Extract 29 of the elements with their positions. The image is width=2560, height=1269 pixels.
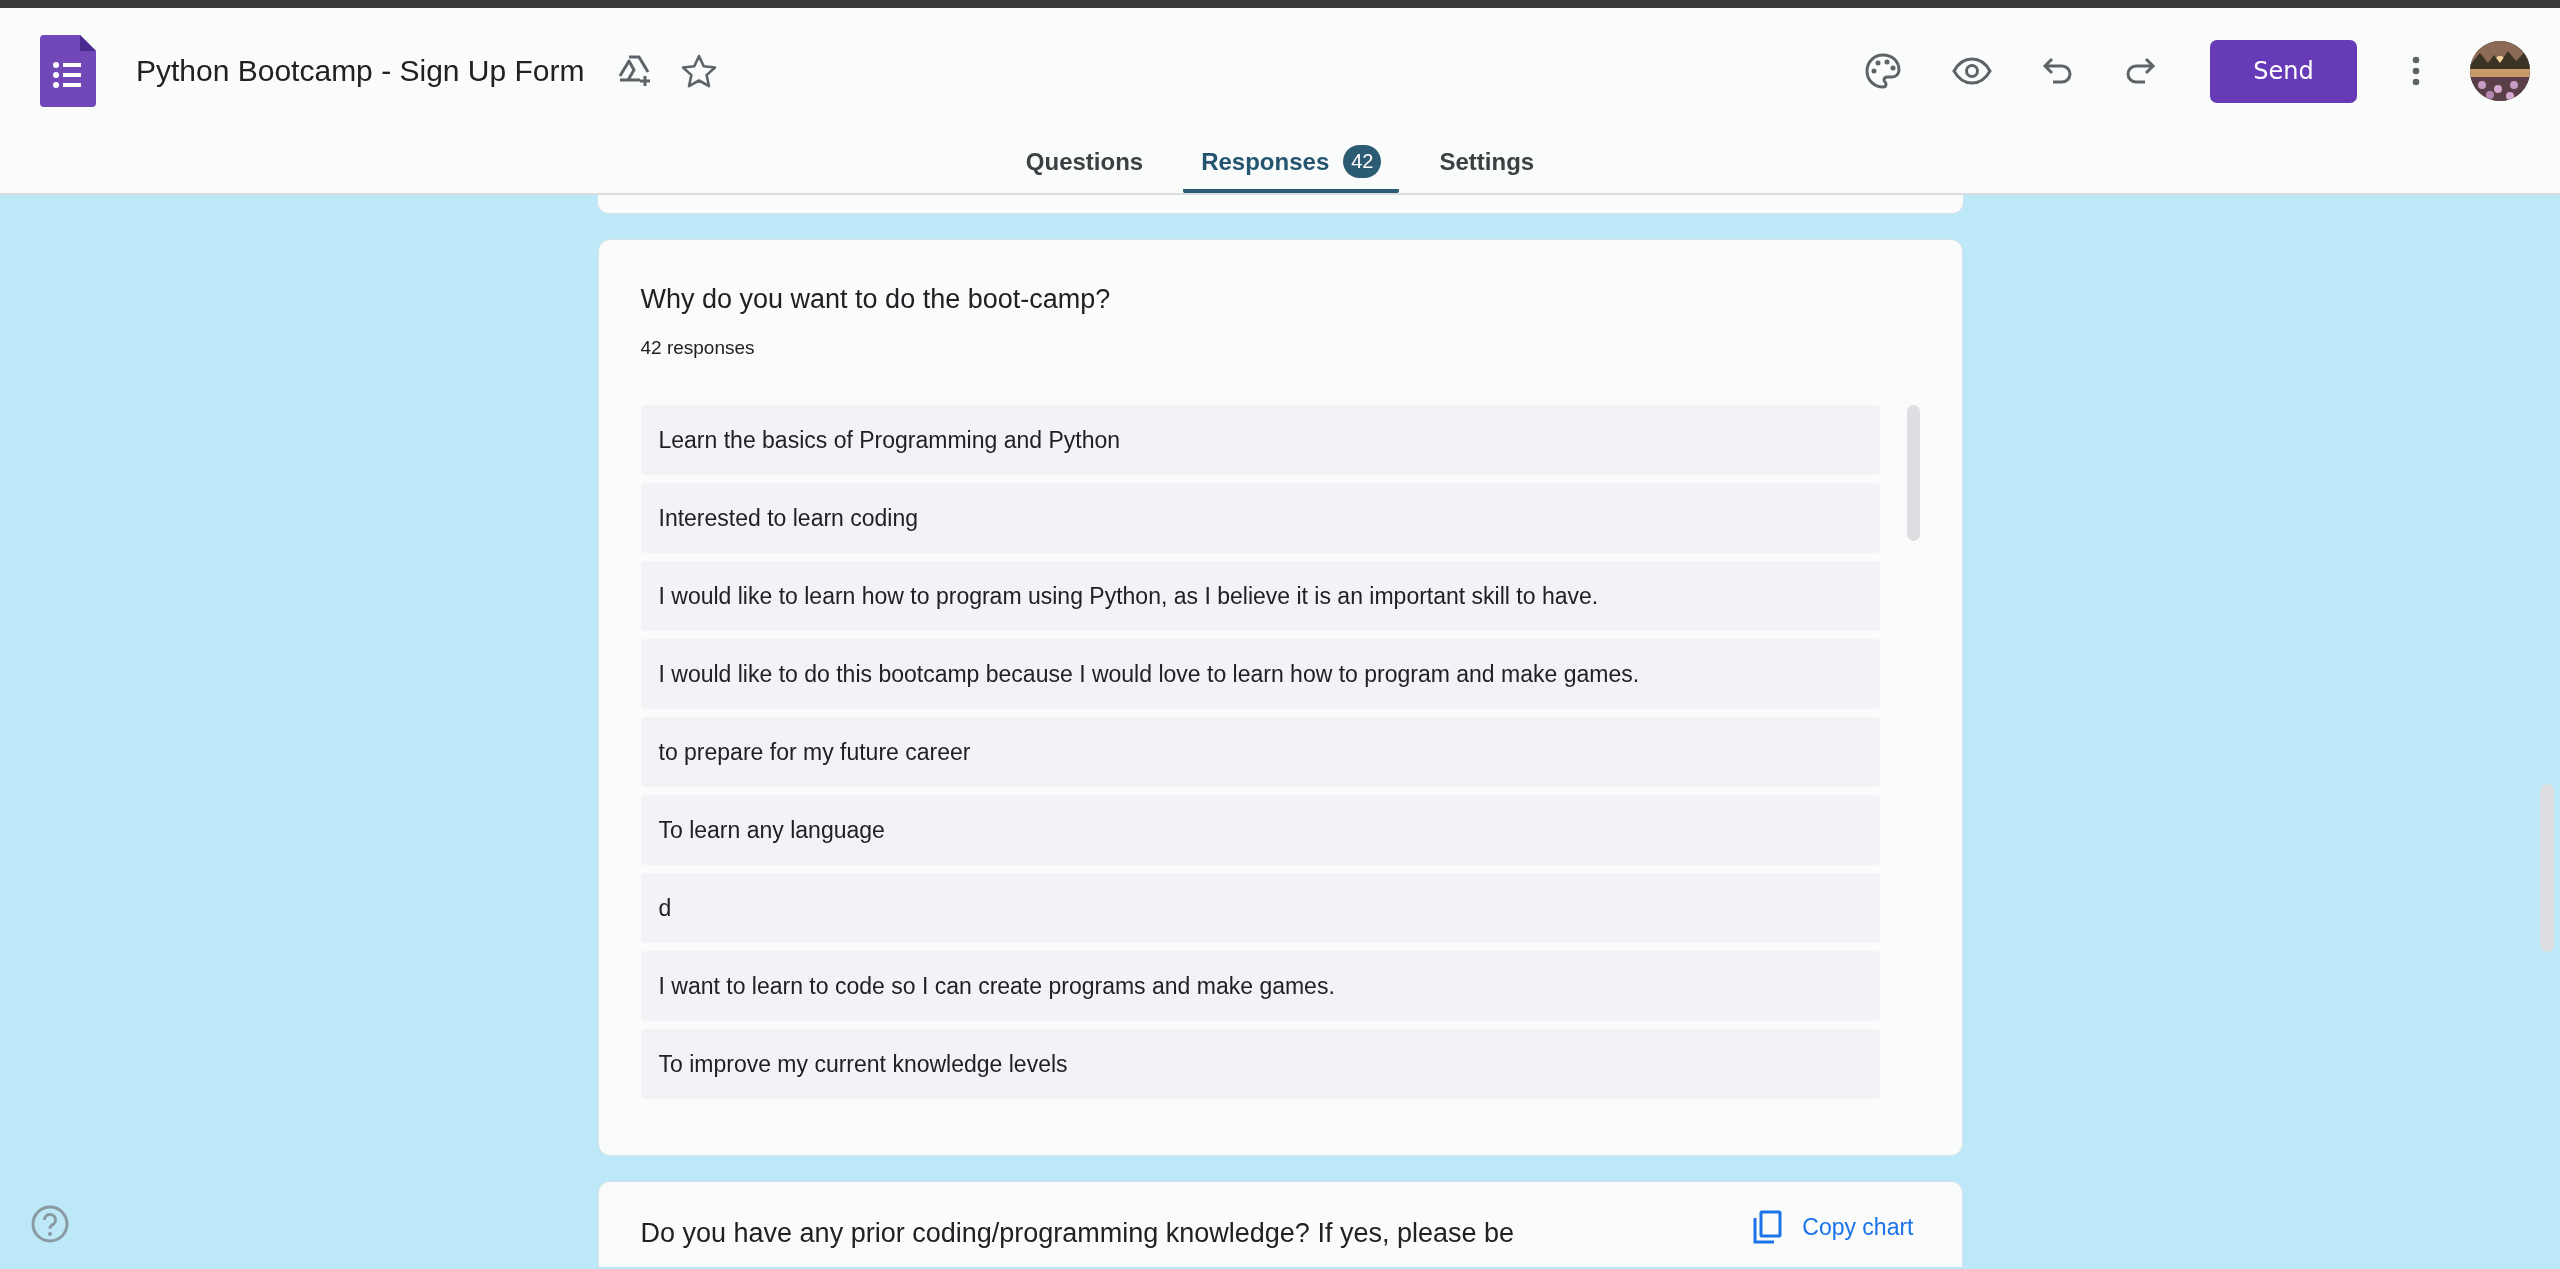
copy-chart-button[interactable]: Copy chart: [1744, 1210, 1922, 1244]
response-item: to prepare for my future career: [640, 717, 1880, 787]
forms-logo-icon[interactable]: [40, 35, 96, 107]
copy-icon: [1752, 1210, 1783, 1244]
scrollbar-thumb[interactable]: [1906, 405, 1920, 541]
response-item: d: [640, 873, 1880, 943]
question-title: Why do you want to do the boot-camp?: [640, 284, 1112, 315]
response-item: I would like to learn how to program using Python, as I believe it is an important skill to have.: [640, 561, 1880, 631]
more-options-icon[interactable]: [2412, 56, 2420, 86]
drive-add-icon[interactable]: [616, 54, 653, 88]
response-item: Interested to learn coding: [640, 483, 1880, 553]
palette-icon[interactable]: [1864, 52, 1902, 90]
redo-icon[interactable]: [2124, 56, 2156, 86]
tab[interactable]: Questions: [1007, 134, 1162, 193]
count-badge: 42: [1343, 145, 1382, 178]
undo-icon[interactable]: [2042, 56, 2074, 86]
preview-eye-icon[interactable]: [1952, 57, 1992, 85]
form-title[interactable]: Python Bootcamp - Sign Up Form: [136, 54, 585, 88]
response-count: 42 responses: [640, 337, 756, 359]
question-title: Do you have any prior coding/programming knowledge? If yes, please be: [640, 1218, 1514, 1249]
tab[interactable]: Settings: [1421, 134, 1553, 193]
response-item: To learn any language: [640, 795, 1880, 865]
response-item: I want to learn to code so I can create programs and make games.: [640, 951, 1880, 1021]
response-item: I would like to do this bootcamp because I would love to learn how to program and make games.: [640, 639, 1880, 709]
star-icon[interactable]: [680, 54, 717, 88]
response-item: To improve my current knowledge levels: [640, 1029, 1880, 1099]
scrollbar-thumb[interactable]: [2540, 784, 2554, 952]
send-button[interactable]: Send: [2210, 39, 2357, 103]
response-item: Learn the basics of Programming and Python: [640, 405, 1880, 475]
